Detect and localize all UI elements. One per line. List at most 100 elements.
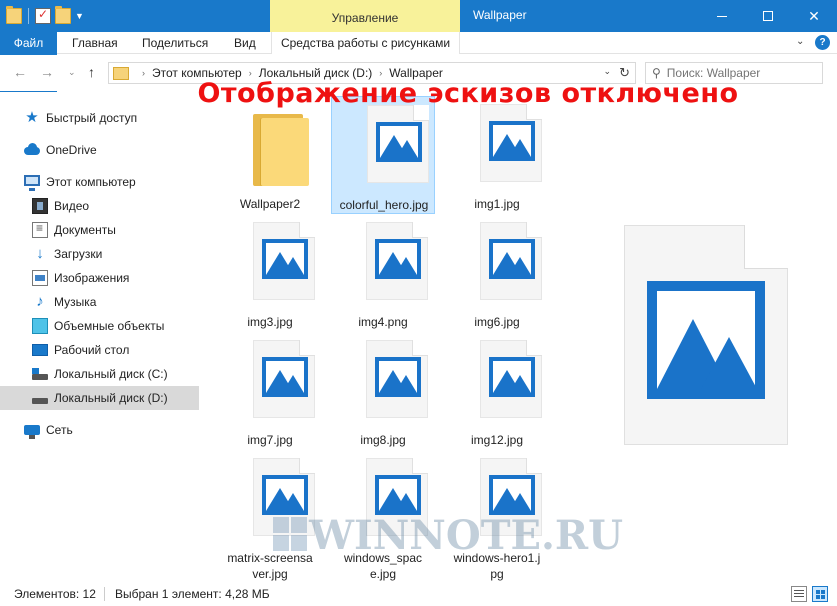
image-file-icon (480, 340, 542, 418)
up-arrow-icon[interactable]: ↑ (88, 64, 95, 80)
file-name: img6.jpg (474, 315, 520, 329)
sidebar-item-onedrive[interactable]: OneDrive (0, 138, 199, 162)
file-item[interactable]: img6.jpg (445, 214, 549, 332)
folder-item[interactable]: Wallpaper2 (218, 96, 322, 214)
sidebar-item-documents[interactable]: Документы (0, 218, 199, 242)
file-item[interactable]: img1.jpg (445, 96, 549, 214)
sidebar-item-label: Документы (54, 223, 116, 237)
large-icons-view-icon[interactable] (812, 586, 828, 602)
back-arrow-icon[interactable]: ← (13, 64, 27, 80)
chevron-right-icon[interactable]: › (142, 68, 145, 78)
desktop-icon (32, 344, 48, 356)
recent-locations-icon[interactable]: ⌄ (68, 67, 76, 78)
sidebar-item-label: Музыка (54, 295, 97, 309)
file-name: img12.jpg (470, 433, 524, 447)
network-icon (24, 425, 40, 439)
star-icon: ★ (25, 109, 39, 126)
file-name: img8.jpg (360, 433, 406, 447)
sidebar-item-label: OneDrive (46, 143, 97, 157)
qat-separator (28, 8, 29, 24)
documents-icon (32, 221, 48, 238)
3d-objects-icon (32, 318, 48, 334)
file-item[interactable]: img3.jpg (218, 214, 322, 332)
windows-logo-icon (273, 517, 307, 553)
image-file-icon (253, 222, 315, 300)
download-icon: ↓ (36, 245, 44, 262)
qat-dropdown-icon[interactable]: ▼ (75, 11, 84, 21)
sidebar-item-label: Быстрый доступ (46, 111, 138, 125)
sidebar-item-label: Объемные объекты (54, 319, 165, 333)
sidebar-item-desktop[interactable]: Рабочий стол (0, 338, 199, 362)
drive-icon (32, 398, 48, 404)
sidebar-item-label: Изображения (54, 271, 130, 285)
file-name: colorful_hero.jpg (339, 198, 429, 212)
sidebar-item-pictures[interactable]: Изображения (0, 266, 199, 290)
close-icon: ✕ (808, 7, 820, 24)
sidebar-item-video[interactable]: Видео (0, 194, 199, 218)
properties-icon[interactable] (35, 7, 51, 24)
image-file-icon (253, 340, 315, 418)
file-item[interactable]: img4.png (331, 214, 435, 332)
tab-view[interactable]: Вид (222, 32, 268, 54)
pictures-icon (32, 270, 48, 286)
chevron-down-icon[interactable]: ⌄ (603, 66, 611, 77)
sidebar-item-this-pc[interactable]: Этот компьютер (0, 170, 199, 194)
file-name: img7.jpg (247, 433, 293, 447)
drive-icon (32, 368, 48, 380)
sidebar-item-music[interactable]: ♪ Музыка (0, 290, 199, 314)
image-file-icon (366, 222, 428, 300)
status-bar: Элементов: 12 Выбран 1 элемент: 4,28 МБ (0, 582, 837, 606)
sidebar-item-label: Видео (54, 199, 90, 213)
sidebar-item-drive-c[interactable]: Локальный диск (C:) (0, 362, 199, 386)
chevron-right-icon[interactable]: › (379, 68, 382, 78)
forward-arrow-icon[interactable]: → (40, 64, 54, 80)
video-icon (32, 198, 48, 214)
file-item[interactable]: colorful_hero.jpg (331, 96, 435, 214)
expand-ribbon-icon[interactable]: ⌄ (796, 36, 804, 47)
tab-share[interactable]: Поделиться (130, 32, 220, 54)
title-bar: ▼ Управление Wallpaper ✕ (0, 0, 837, 32)
sidebar-item-label: Рабочий стол (54, 343, 130, 357)
minimize-icon (717, 15, 727, 17)
tab-picture-tools[interactable]: Средства работы с рисунками (271, 32, 460, 54)
chevron-right-icon[interactable]: › (249, 68, 252, 78)
sidebar-item-downloads[interactable]: ↓ Загрузки (0, 242, 199, 266)
image-file-icon (480, 104, 542, 182)
sidebar-item-quick-access[interactable]: ★ Быстрый доступ (0, 106, 199, 130)
details-view-icon[interactable] (791, 586, 807, 602)
file-name: img1.jpg (474, 197, 520, 211)
file-name: img4.png (358, 315, 408, 329)
watermark: WINNOTE.RU (273, 510, 623, 560)
watermark-text: WINNOTE.RU (309, 511, 623, 559)
sidebar-item-network[interactable]: Сеть (0, 418, 199, 442)
file-item[interactable]: img8.jpg (331, 332, 435, 450)
tab-home[interactable]: Главная (60, 32, 130, 54)
image-file-icon (480, 222, 542, 300)
quick-access-toolbar: ▼ (6, 6, 84, 26)
file-name: Wallpaper2 (239, 197, 301, 211)
sidebar-item-label: Загрузки (54, 247, 103, 261)
new-folder-icon[interactable] (55, 6, 71, 24)
close-button[interactable]: ✕ (791, 0, 837, 32)
cloud-icon (24, 142, 40, 158)
preview-image-file-icon (624, 225, 788, 445)
manage-context-tab[interactable]: Управление (270, 0, 460, 32)
minimize-button[interactable] (699, 0, 745, 32)
window-title: Wallpaper (473, 8, 527, 22)
music-icon: ♪ (36, 293, 44, 310)
file-item[interactable]: img7.jpg (218, 332, 322, 450)
maximize-icon (763, 11, 773, 21)
help-icon[interactable]: ? (815, 35, 830, 50)
maximize-button[interactable] (745, 0, 791, 32)
sidebar-item-3d-objects[interactable]: Объемные объекты (0, 314, 199, 338)
file-item[interactable]: img12.jpg (445, 332, 549, 450)
overlay-heading: Отображение эскизов отключено (197, 78, 739, 109)
ribbon-tabs: Файл Главная Поделиться Вид Средства раб… (0, 32, 837, 150)
folder-icon (113, 66, 129, 80)
file-list: Wallpaper2 colorful_hero.jpg img1.jpg im… (202, 92, 620, 582)
sidebar-item-drive-d[interactable]: Локальный диск (D:) (0, 386, 199, 410)
sidebar-item-label: Локальный диск (D:) (54, 391, 168, 405)
item-count: Элементов: 12 (14, 587, 96, 601)
navigation-pane: ★ Быстрый доступ OneDrive Этот компьютер… (0, 92, 200, 582)
folder-icon[interactable] (6, 6, 22, 24)
